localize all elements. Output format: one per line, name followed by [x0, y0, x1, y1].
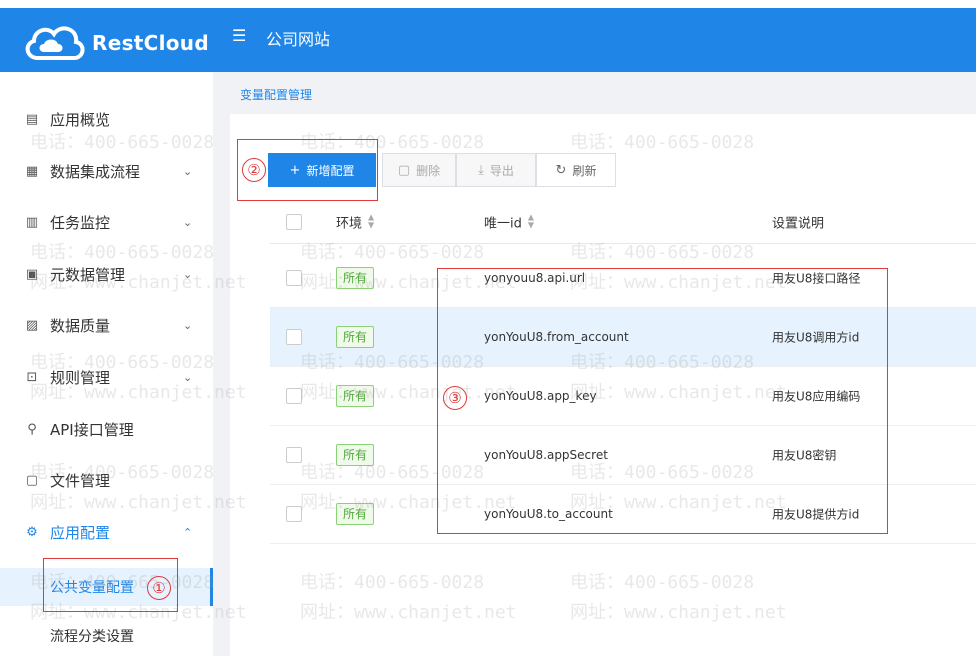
api-icon: ⚲	[27, 421, 37, 437]
table-header: 环境 ▲ ▼ 唯一id ▲ ▼ 设置说明	[270, 200, 976, 244]
monitor-icon: ▥	[25, 214, 39, 230]
top-bar: RestCloud ☰ 公司网站	[0, 0, 976, 72]
cloud-logo-icon	[25, 26, 85, 60]
sidebar-item-label: 流程分类设置	[50, 629, 134, 645]
sidebar-item-label: 数据集成流程	[50, 162, 141, 181]
refresh-button[interactable]: ↻ 刷新	[536, 153, 616, 187]
sidebar-subitem-flow-category[interactable]: 流程分类设置	[0, 621, 213, 651]
rule-icon: ⊡	[26, 369, 38, 385]
column-header-desc: 设置说明	[772, 212, 824, 231]
refresh-label: 刷新	[572, 163, 597, 178]
menu-fold-icon[interactable]: ☰	[232, 26, 246, 45]
row-checkbox[interactable]	[286, 447, 302, 463]
column-header-env[interactable]: 环境 ▲ ▼	[336, 212, 374, 231]
column-header-id[interactable]: 唯一id ▲ ▼	[484, 212, 534, 231]
sidebar-item-label: 文件管理	[50, 471, 111, 490]
overview-icon: ▤	[25, 111, 39, 127]
app-logo[interactable]: RestCloud	[20, 20, 209, 66]
chevron-down-icon: ⌄	[183, 164, 193, 178]
file-icon: ▢	[25, 472, 39, 488]
sidebar-item-rules[interactable]: ⊡ 规则管理 ⌄	[0, 362, 213, 392]
sidebar-item-data-quality[interactable]: ▨ 数据质量 ⌄	[0, 310, 213, 340]
env-tag: 所有	[336, 444, 375, 466]
row-checkbox[interactable]	[286, 270, 302, 286]
sidebar-item-label: 任务监控	[50, 213, 111, 232]
sidebar-item-overview[interactable]: ▤ 应用概览	[0, 104, 213, 134]
annotation-number-one: ①	[147, 576, 171, 600]
chevron-up-icon: ⌃	[183, 525, 193, 539]
chevron-down-icon: ⌄	[183, 267, 193, 281]
chevron-down-icon: ⌄	[183, 215, 193, 229]
sidebar-item-app-config[interactable]: ⚙ 应用配置 ⌃	[0, 517, 213, 547]
annotation-number-two: ②	[242, 158, 266, 182]
row-checkbox[interactable]	[286, 388, 302, 404]
brand-name: RestCloud	[92, 31, 209, 55]
sidebar-item-label: API接口管理	[50, 420, 134, 439]
sidebar-item-metadata[interactable]: ▣ 元数据管理 ⌄	[0, 259, 213, 289]
env-tag: 所有	[336, 503, 375, 525]
download-icon: ⤓	[478, 162, 484, 178]
delete-label: 删除	[416, 163, 441, 178]
sort-icon[interactable]: ▲ ▼	[368, 213, 374, 230]
row-checkbox[interactable]	[286, 329, 302, 345]
chevron-down-icon: ⌄	[183, 370, 193, 384]
grid-icon: ▦	[25, 163, 39, 179]
metadata-icon: ▣	[25, 266, 39, 282]
active-indicator	[210, 568, 213, 606]
sidebar-item-label: 元数据管理	[50, 265, 126, 284]
annotation-box-rows	[437, 268, 888, 534]
delete-button[interactable]: ▢ 删除	[382, 153, 456, 187]
breadcrumb[interactable]: 变量配置管理	[240, 86, 312, 103]
refresh-icon: ↻	[555, 162, 567, 178]
export-button[interactable]: ⤓ 导出	[456, 153, 536, 187]
sidebar-item-label: 规则管理	[50, 368, 111, 387]
quality-icon: ▨	[25, 317, 39, 333]
select-all-checkbox[interactable]	[286, 213, 302, 230]
column-header-label: 环境	[336, 216, 363, 231]
chevron-down-icon: ⌄	[183, 318, 193, 332]
env-tag: 所有	[336, 385, 375, 407]
sort-icon[interactable]: ▲ ▼	[528, 213, 534, 230]
env-tag: 所有	[336, 326, 375, 348]
site-title: 公司网站	[266, 30, 331, 49]
sidebar-item-api[interactable]: ⚲ API接口管理	[0, 414, 213, 444]
column-header-label: 唯一id	[484, 216, 522, 231]
sidebar-item-label: 数据质量	[50, 316, 111, 335]
env-tag: 所有	[336, 267, 375, 289]
column-header-label: 设置说明	[772, 216, 825, 231]
gear-icon: ⚙	[26, 524, 38, 540]
sidebar-item-files[interactable]: ▢ 文件管理	[0, 465, 213, 495]
annotation-number-three: ③	[443, 386, 467, 410]
trash-icon: ▢	[397, 162, 411, 178]
sidebar-item-integration-flow[interactable]: ▦ 数据集成流程 ⌄	[0, 156, 213, 186]
sidebar-item-label: 应用配置	[50, 523, 111, 542]
export-label: 导出	[489, 163, 514, 178]
sidebar-item-label: 应用概览	[50, 110, 111, 129]
sidebar-item-task-monitor[interactable]: ▥ 任务监控 ⌄	[0, 207, 213, 237]
row-checkbox[interactable]	[286, 506, 302, 522]
